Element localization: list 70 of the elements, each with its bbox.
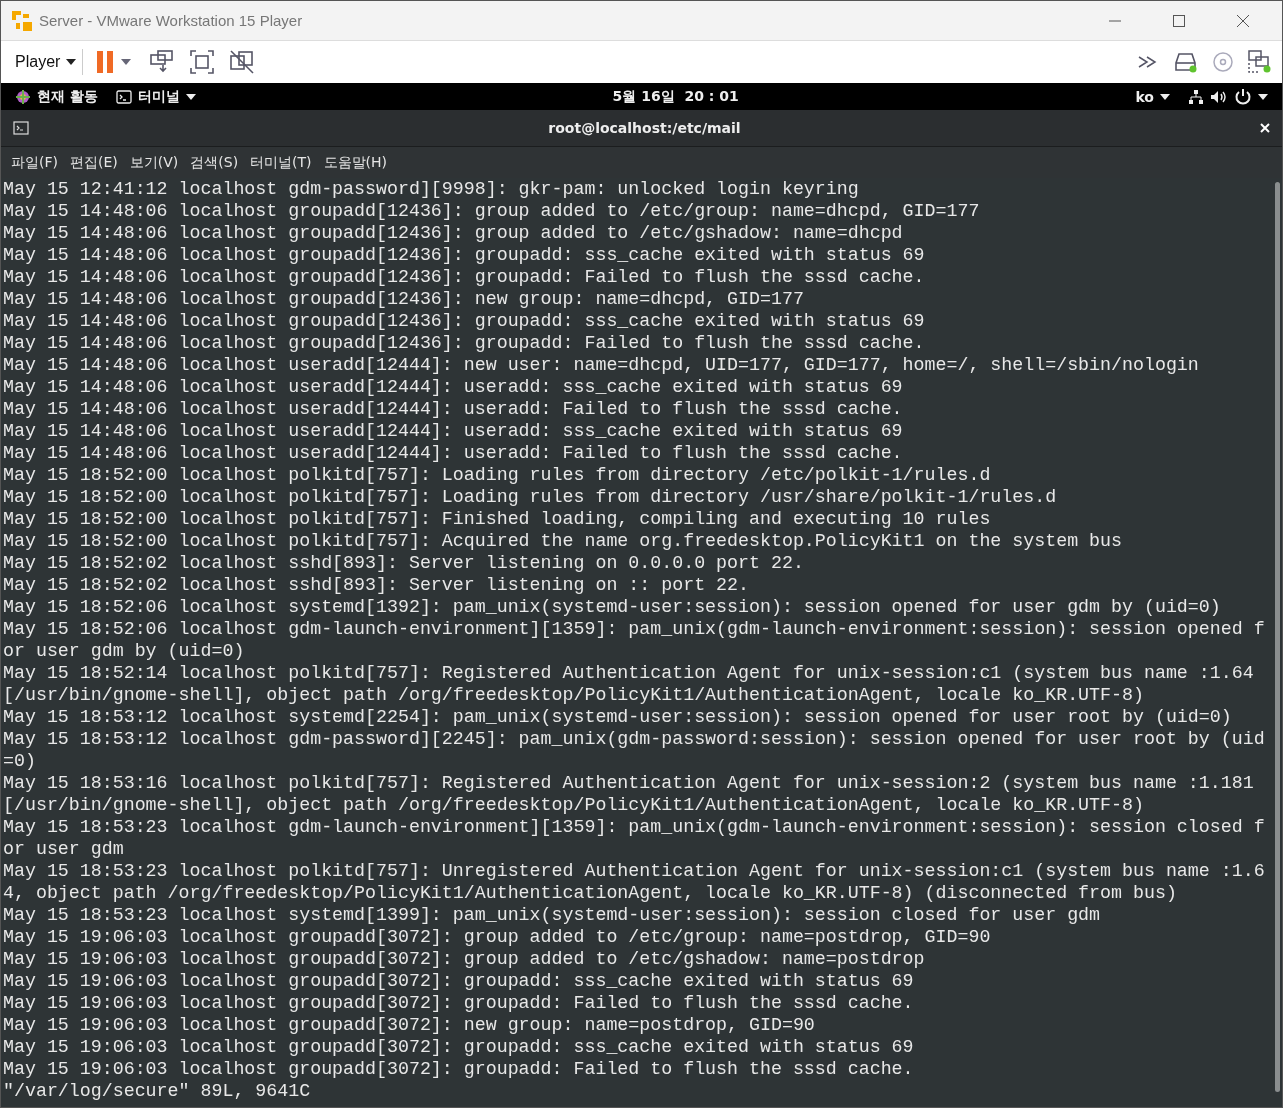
terminal-icon xyxy=(13,121,29,135)
log-line: May 15 14:48:06 localhost useradd[12444]: useradd: Failed to flush the sssd cache. xyxy=(3,442,904,464)
log-line: May 15 14:48:06 localhost useradd[12444]: new user: name=dhcpd, UID=177, GID=177, home=/, shell=/sbin/nologin xyxy=(3,354,1200,376)
system-menu[interactable] xyxy=(1188,87,1268,106)
app-logo-icon xyxy=(11,9,33,32)
caret-icon xyxy=(1258,93,1268,100)
input-method-menu[interactable]: ko xyxy=(1135,88,1170,105)
menu-item[interactable]: 보기(V) xyxy=(123,151,185,174)
log-line: May 15 14:48:06 localhost groupadd[12436]: groupadd: Failed to flush the sssd cache. xyxy=(3,266,926,288)
log-line: May 15 18:53:23 localhost systemd[1399]: pam_unix(systemd-user:session): session closed for user gdm xyxy=(3,904,1102,926)
log-line: May 15 12:41:12 localhost gdm-password][9998]: gkr-pam: unlocked login keyring xyxy=(3,178,860,200)
log-line: or user gdm xyxy=(3,838,125,860)
log-line: May 15 19:06:03 localhost groupadd[3072]: group added to /etc/gshadow: name=postdrop xyxy=(3,948,926,970)
close-icon xyxy=(1260,123,1270,133)
log-line: May 15 18:52:14 localhost polkitd[757]: Registered Authentication Agent for unix-session:c1 (system bus name :1.64 xyxy=(3,662,1255,684)
log-line: May 15 18:52:00 localhost polkitd[757]: Loading rules from directory /etc/polkit-1/rules.d xyxy=(3,464,992,486)
terminal-app-menu[interactable]: 터미널 xyxy=(115,87,196,106)
menu-item[interactable]: 검색(S) xyxy=(184,151,245,174)
log-line: [/usr/bin/gnome-shell], object path /org/freedesktop/PolicyKit1/AuthenticationAgent, locale ko_KR.UTF-8) xyxy=(3,684,1145,706)
log-line: May 15 18:52:02 localhost sshd[893]: Server listening on :: port 22. xyxy=(3,574,750,596)
log-line: May 15 19:06:03 localhost groupadd[3072]: groupadd: Failed to flush the sssd cache. xyxy=(3,992,915,1014)
log-line: May 15 19:06:03 localhost groupadd[3072]: groupadd: sss_cache exited with status 69 xyxy=(3,970,915,992)
log-line: May 15 18:52:00 localhost polkitd[757]: Finished loading, compiling and executing 10 rules xyxy=(3,508,992,530)
log-line: May 15 19:06:03 localhost groupadd[3072]: groupadd: Failed to flush the sssd cache. xyxy=(3,1058,915,1080)
log-line: May 15 14:48:06 localhost groupadd[12436]: new group: name=dhcpd, GID=177 xyxy=(3,288,805,310)
gnome-foot-icon xyxy=(15,88,31,105)
terminal-icon xyxy=(115,89,132,104)
log-line: May 15 18:53:12 localhost gdm-password][2245]: pam_unix(gdm-password:session): session opened for user root by (uid xyxy=(3,728,1266,750)
activities-button[interactable]: 현재 활동 xyxy=(15,87,98,106)
caret-icon xyxy=(1160,93,1170,100)
log-line: May 15 14:48:06 localhost groupadd[12436]: groupadd: sss_cache exited with status 69 xyxy=(3,310,926,332)
log-line: May 15 19:06:03 localhost groupadd[3072]: new group: name=postdrop, GID=90 xyxy=(3,1014,816,1036)
log-line: May 15 18:52:02 localhost sshd[893]: Server listening on 0.0.0.0 port 22. xyxy=(3,552,805,574)
log-line: May 15 19:06:03 localhost groupadd[3072]: groupadd: sss_cache exited with status 69 xyxy=(3,1036,915,1058)
log-line: May 15 19:06:03 localhost groupadd[3072]: group added to /etc/group: name=postdrop, GID=90 xyxy=(3,926,992,948)
log-line: May 15 18:53:16 localhost polkitd[757]: Registered Authentication Agent for unix-session:2 (system bus name :1.181 xyxy=(3,772,1255,794)
log-line: May 15 18:52:00 localhost polkitd[757]: Acquired the name org.freedesktop.PolicyKit1 on the system bus xyxy=(3,530,1123,552)
menu-item[interactable]: 터미널(T) xyxy=(244,151,318,174)
log-line: May 15 18:53:23 localhost polkitd[757]: Unregistered Authentication Agent for unix-session:c1 (system bus name :1.6 xyxy=(3,860,1266,882)
log-line: May 15 14:48:06 localhost useradd[12444]: useradd: Failed to flush the sssd cache. xyxy=(3,398,904,420)
log-line: May 15 14:48:06 localhost groupadd[12436]: group added to /etc/group: name=dhcpd, GID=177 xyxy=(3,200,981,222)
log-line: May 15 18:53:23 localhost gdm-launch-environment][1359]: pam_unix(gdm-launch-environment:session): session closed f xyxy=(3,816,1266,838)
log-line: May 15 14:48:06 localhost groupadd[12436]: groupadd: Failed to flush the sssd cache. xyxy=(3,332,926,354)
network-icon xyxy=(1188,88,1204,105)
log-line: May 15 18:52:06 localhost gdm-launch-environment][1359]: pam_unix(gdm-launch-environment:session): session opened f xyxy=(3,618,1266,640)
log-line: or user gdm by (uid=0) xyxy=(3,640,246,662)
close-icon xyxy=(1236,13,1250,28)
window-title: Server - VMware Workstation 15 Player xyxy=(39,12,304,29)
player-menu-button[interactable]: Player xyxy=(9,49,84,75)
maximize-icon xyxy=(1172,13,1186,28)
caret-icon xyxy=(66,59,77,65)
log-line: May 15 14:48:06 localhost groupadd[12436]: group added to /etc/gshadow: name=dhcpd xyxy=(3,222,904,244)
log-line: May 15 18:53:12 localhost systemd[2254]: pam_unix(systemd-user:session): session opened for user root by (uid=0) xyxy=(3,706,1233,728)
minimize-icon xyxy=(1108,19,1122,22)
log-line: [/usr/bin/gnome-shell], object path /org/freedesktop/PolicyKit1/AuthenticationAgent, locale ko_KR.UTF-8) xyxy=(3,794,1145,816)
log-line: 4, object path /org/freedesktop/PolicyKit1/AuthenticationAgent, locale ko_KR.UTF-8) (disconnected from bus) xyxy=(3,882,1178,904)
menu-item[interactable]: 파일(F) xyxy=(5,151,64,174)
log-line: May 15 14:48:06 localhost groupadd[12436]: groupadd: sss_cache exited with status 69 xyxy=(3,244,926,266)
status-line: "/var/log/secure" 89L, 9641C xyxy=(3,1080,312,1102)
terminal-title: root@localhost:/etc/mail xyxy=(547,120,742,136)
log-line: May 15 14:48:06 localhost useradd[12444]: useradd: sss_cache exited with status 69 xyxy=(3,376,904,398)
log-line: May 15 14:48:06 localhost useradd[12444]: useradd: sss_cache exited with status 69 xyxy=(3,420,904,442)
log-line: May 15 18:52:00 localhost polkitd[757]: Loading rules from directory /usr/share/polkit-1/rules.d xyxy=(3,486,1058,508)
log-line: =0) xyxy=(3,750,37,772)
clock-label[interactable]: 5월 16일 20 : 01 xyxy=(533,87,818,106)
caret-icon xyxy=(185,93,196,100)
log-line: May 15 18:52:06 localhost systemd[1392]: pam_unix(systemd-user:session): session opened for user gdm by (uid=0) xyxy=(3,596,1222,618)
menu-item[interactable]: 도움말(H) xyxy=(317,151,394,174)
menu-item[interactable]: 편집(E) xyxy=(64,151,124,174)
power-icon xyxy=(1234,87,1252,106)
